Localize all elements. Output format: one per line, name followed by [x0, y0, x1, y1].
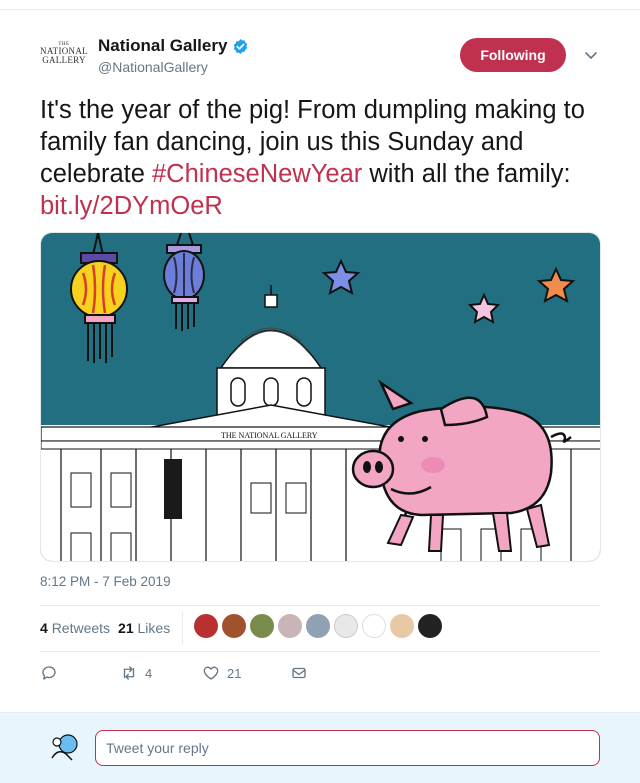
user-avatar-image — [46, 730, 80, 764]
likes-label: Likes — [137, 620, 171, 636]
liker-avatar[interactable] — [250, 614, 274, 638]
author-handle[interactable]: @NationalGallery — [98, 59, 208, 75]
liker-avatar[interactable] — [222, 614, 246, 638]
heart-icon — [203, 666, 219, 680]
tweet-text-part-2: with all the family: — [362, 160, 571, 188]
short-link[interactable]: bit.ly/2DYmOeR — [40, 192, 223, 220]
user-avatar[interactable] — [46, 730, 80, 764]
retweet-action[interactable]: 4 — [120, 664, 202, 682]
stats-divider — [182, 612, 183, 644]
likes-count: 21 — [118, 620, 134, 636]
liker-avatar[interactable] — [390, 614, 414, 638]
retweets-stat[interactable]: 4 Retweets — [40, 620, 110, 636]
svg-text:THE NATIONAL GALLERY: THE NATIONAL GALLERY — [221, 431, 318, 440]
retweets-count: 4 — [40, 620, 48, 636]
stats-bottom-divider — [40, 651, 600, 652]
tweet-stats: 4 Retweets 21 Likes — [40, 620, 170, 636]
retweet-icon — [123, 666, 135, 680]
likes-stat[interactable]: 21 Likes — [118, 620, 170, 636]
like-action[interactable]: 21 — [202, 664, 290, 682]
reply-input[interactable] — [95, 730, 600, 766]
author-name: National Gallery — [98, 36, 228, 55]
tweet-actions: 4 21 — [40, 664, 308, 682]
like-count: 21 — [227, 665, 242, 681]
top-divider — [0, 0, 640, 10]
liker-avatar[interactable] — [194, 614, 218, 638]
national-gallery-logo-avatar[interactable]: THE NATIONAL GALLERY — [40, 42, 88, 65]
retweets-label: Retweets — [51, 620, 111, 636]
direct-message-action[interactable] — [290, 664, 308, 682]
hashtag-link[interactable]: #ChineseNewYear — [152, 160, 362, 188]
logo-line-2: GALLERY — [42, 55, 86, 65]
tweet-text: It's the year of the pig! From dumpling … — [40, 94, 600, 222]
chinese-new-year-illustration: THE NATIONAL GALLERY — [41, 233, 600, 561]
tweet-image[interactable]: THE NATIONAL GALLERY — [40, 232, 601, 562]
reply-action[interactable] — [40, 664, 120, 682]
liker-avatar[interactable] — [306, 614, 330, 638]
following-button[interactable]: Following — [460, 38, 566, 72]
verified-badge-icon — [234, 38, 248, 54]
retweet-count: 4 — [145, 665, 153, 681]
liker-avatar[interactable] — [362, 614, 386, 638]
stats-top-divider — [40, 605, 600, 606]
author-name-link[interactable]: National Gallery — [98, 36, 249, 56]
liker-avatar[interactable] — [418, 614, 442, 638]
liker-avatar[interactable] — [278, 614, 302, 638]
tweet-timestamp[interactable]: 8:12 PM - 7 Feb 2019 — [40, 574, 171, 589]
reply-icon — [42, 666, 56, 680]
envelope-icon — [292, 667, 306, 679]
liker-avatars — [194, 614, 442, 638]
chevron-down-icon[interactable] — [584, 48, 598, 62]
liker-avatar[interactable] — [334, 614, 358, 638]
